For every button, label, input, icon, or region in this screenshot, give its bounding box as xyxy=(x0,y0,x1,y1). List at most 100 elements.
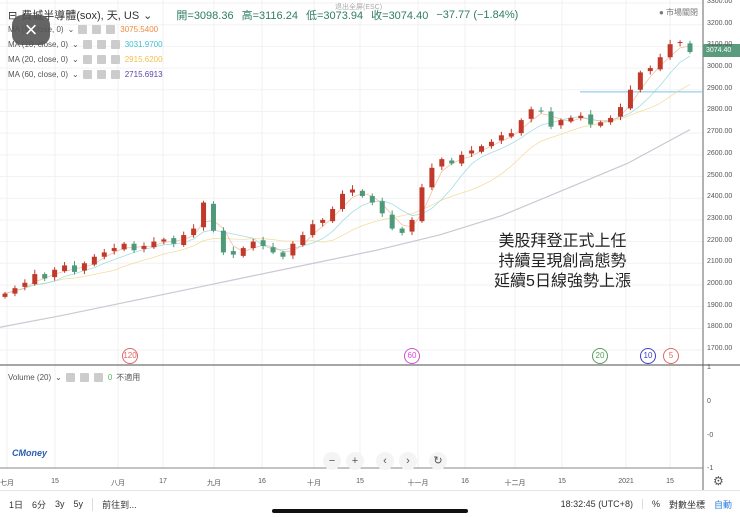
candle-body xyxy=(2,293,8,297)
candle-body xyxy=(409,219,415,232)
range-6m-button[interactable]: 6分 xyxy=(32,498,46,511)
scroll-right-button[interactable]: › xyxy=(399,452,417,470)
high-value: 高=3116.24 xyxy=(241,10,298,22)
chevron-down-icon[interactable]: ⌄ xyxy=(68,25,75,34)
candle-body xyxy=(91,256,97,265)
ma-period-badge[interactable]: 10 xyxy=(640,348,656,364)
visibility-icon[interactable] xyxy=(65,373,75,382)
visibility-icon[interactable] xyxy=(82,40,92,49)
candle-body xyxy=(240,248,246,256)
ma-label[interactable]: MA (60, close, 0) xyxy=(8,70,68,79)
volume-legend: Volume (20) ⌄ 0 不適用 xyxy=(8,372,140,383)
candle-body xyxy=(578,115,584,118)
ma-period-badge[interactable]: 20 xyxy=(592,348,608,364)
range-5y-button[interactable]: 5y xyxy=(74,499,84,509)
chevron-down-icon[interactable]: ⌄ xyxy=(72,40,79,49)
candle-body xyxy=(290,243,296,256)
range-1d-button[interactable]: 1日 xyxy=(9,498,23,511)
ma-label[interactable]: MA (20, close, 0) xyxy=(8,55,68,64)
candle-body xyxy=(449,160,455,164)
ma-period-badge[interactable]: 120 xyxy=(122,348,138,364)
settings-icon[interactable] xyxy=(96,70,106,79)
settings-icon[interactable] xyxy=(92,25,102,34)
candle-body xyxy=(330,209,336,222)
clock-time: 18:32:45 (UTC+8) xyxy=(560,499,633,509)
candle-body xyxy=(508,133,514,137)
chevron-down-icon[interactable]: ⌄ xyxy=(72,55,79,64)
zoom-in-button[interactable]: + xyxy=(346,452,364,470)
remove-icon[interactable] xyxy=(93,373,103,382)
chevron-down-icon[interactable]: ⌄ xyxy=(143,9,152,22)
ma-legend-row: MA (20, close, 0) ⌄ 2915.6200 xyxy=(8,55,163,64)
volume-na: 不適用 xyxy=(116,373,141,382)
candle-body xyxy=(201,202,207,228)
market-status: ● 市場關閉 xyxy=(658,8,698,17)
visibility-icon[interactable] xyxy=(82,70,92,79)
reset-chart-button[interactable]: ↻ xyxy=(429,452,447,470)
x-axis-label: 十二月 xyxy=(504,480,526,487)
settings-icon[interactable] xyxy=(96,40,106,49)
remove-icon[interactable] xyxy=(110,70,120,79)
goto-date-button[interactable]: 前往到... xyxy=(92,497,137,511)
market-status-label: 市場關閉 xyxy=(666,8,698,17)
candle-body xyxy=(618,107,624,117)
volume-axis-label: -1 xyxy=(707,465,714,472)
visibility-icon[interactable] xyxy=(82,55,92,64)
candle-body xyxy=(637,72,643,90)
candle-body xyxy=(151,241,157,248)
candle-body xyxy=(359,190,365,197)
candle-body xyxy=(677,42,683,44)
remove-icon[interactable] xyxy=(110,40,120,49)
x-axis-label: 八月 xyxy=(111,480,125,487)
zoom-out-button[interactable]: − xyxy=(323,452,341,470)
x-axis-label: 十一月 xyxy=(407,480,429,487)
range-3y-button[interactable]: 3y xyxy=(55,499,65,509)
candle-body xyxy=(498,135,504,141)
candle-body xyxy=(349,189,355,193)
candle-body xyxy=(419,187,425,222)
candle-body xyxy=(399,228,405,233)
candle-body xyxy=(320,219,326,223)
settings-icon[interactable] xyxy=(79,373,89,382)
x-axis-label: 15 xyxy=(558,478,566,485)
candle-body xyxy=(488,141,494,147)
settings-gear-icon[interactable]: ⚙ xyxy=(713,474,724,488)
ma-period-badge[interactable]: 60 xyxy=(404,348,420,364)
volume-axis-label: 0 xyxy=(707,398,711,405)
candle-body xyxy=(111,248,117,252)
visibility-icon[interactable] xyxy=(78,25,88,34)
candle-body xyxy=(81,263,87,271)
candle-body xyxy=(479,146,485,152)
candle-body xyxy=(71,265,77,272)
log-scale-toggle[interactable]: 對數坐標 xyxy=(669,498,705,511)
percent-scale-toggle[interactable]: % xyxy=(641,499,660,509)
candle-body xyxy=(548,111,554,127)
ma-period-badge[interactable]: 5 xyxy=(663,348,679,364)
x-axis-label: 16 xyxy=(258,478,266,485)
y-axis-label: 2500.00 xyxy=(707,171,733,179)
volume-label[interactable]: Volume (20) xyxy=(8,373,51,382)
close-fullscreen-button[interactable]: × xyxy=(12,15,50,45)
y-axis-label: 1900.00 xyxy=(707,301,733,309)
ma-value: 3031.9700 xyxy=(124,40,163,49)
chevron-down-icon[interactable]: ⌄ xyxy=(72,70,79,79)
candle-body xyxy=(310,224,316,236)
symbol-legend: ⊟ 費城半導體(sox), 天, US ⌄ 開=3098.36 高=3116.24… xyxy=(8,7,518,23)
candle-body xyxy=(340,193,346,210)
settings-icon[interactable] xyxy=(96,55,106,64)
candle-body xyxy=(171,238,177,244)
candle-body xyxy=(558,120,564,126)
remove-icon[interactable] xyxy=(106,25,116,34)
candle-body xyxy=(369,196,375,203)
change-value: −37.77 (−1.84%) xyxy=(436,9,519,21)
chevron-down-icon[interactable]: ⌄ xyxy=(55,373,62,382)
x-axis-label: 15 xyxy=(356,478,364,485)
scroll-left-button[interactable]: ‹ xyxy=(376,452,394,470)
ma-120-line xyxy=(0,129,691,328)
candle-body xyxy=(161,239,167,242)
y-axis-label: 1700.00 xyxy=(707,345,733,352)
auto-scale-toggle[interactable]: 自動 xyxy=(714,498,732,511)
y-axis-label: 3100.00 xyxy=(707,41,733,49)
y-axis-label: 2100.00 xyxy=(707,258,733,266)
remove-icon[interactable] xyxy=(110,55,120,64)
